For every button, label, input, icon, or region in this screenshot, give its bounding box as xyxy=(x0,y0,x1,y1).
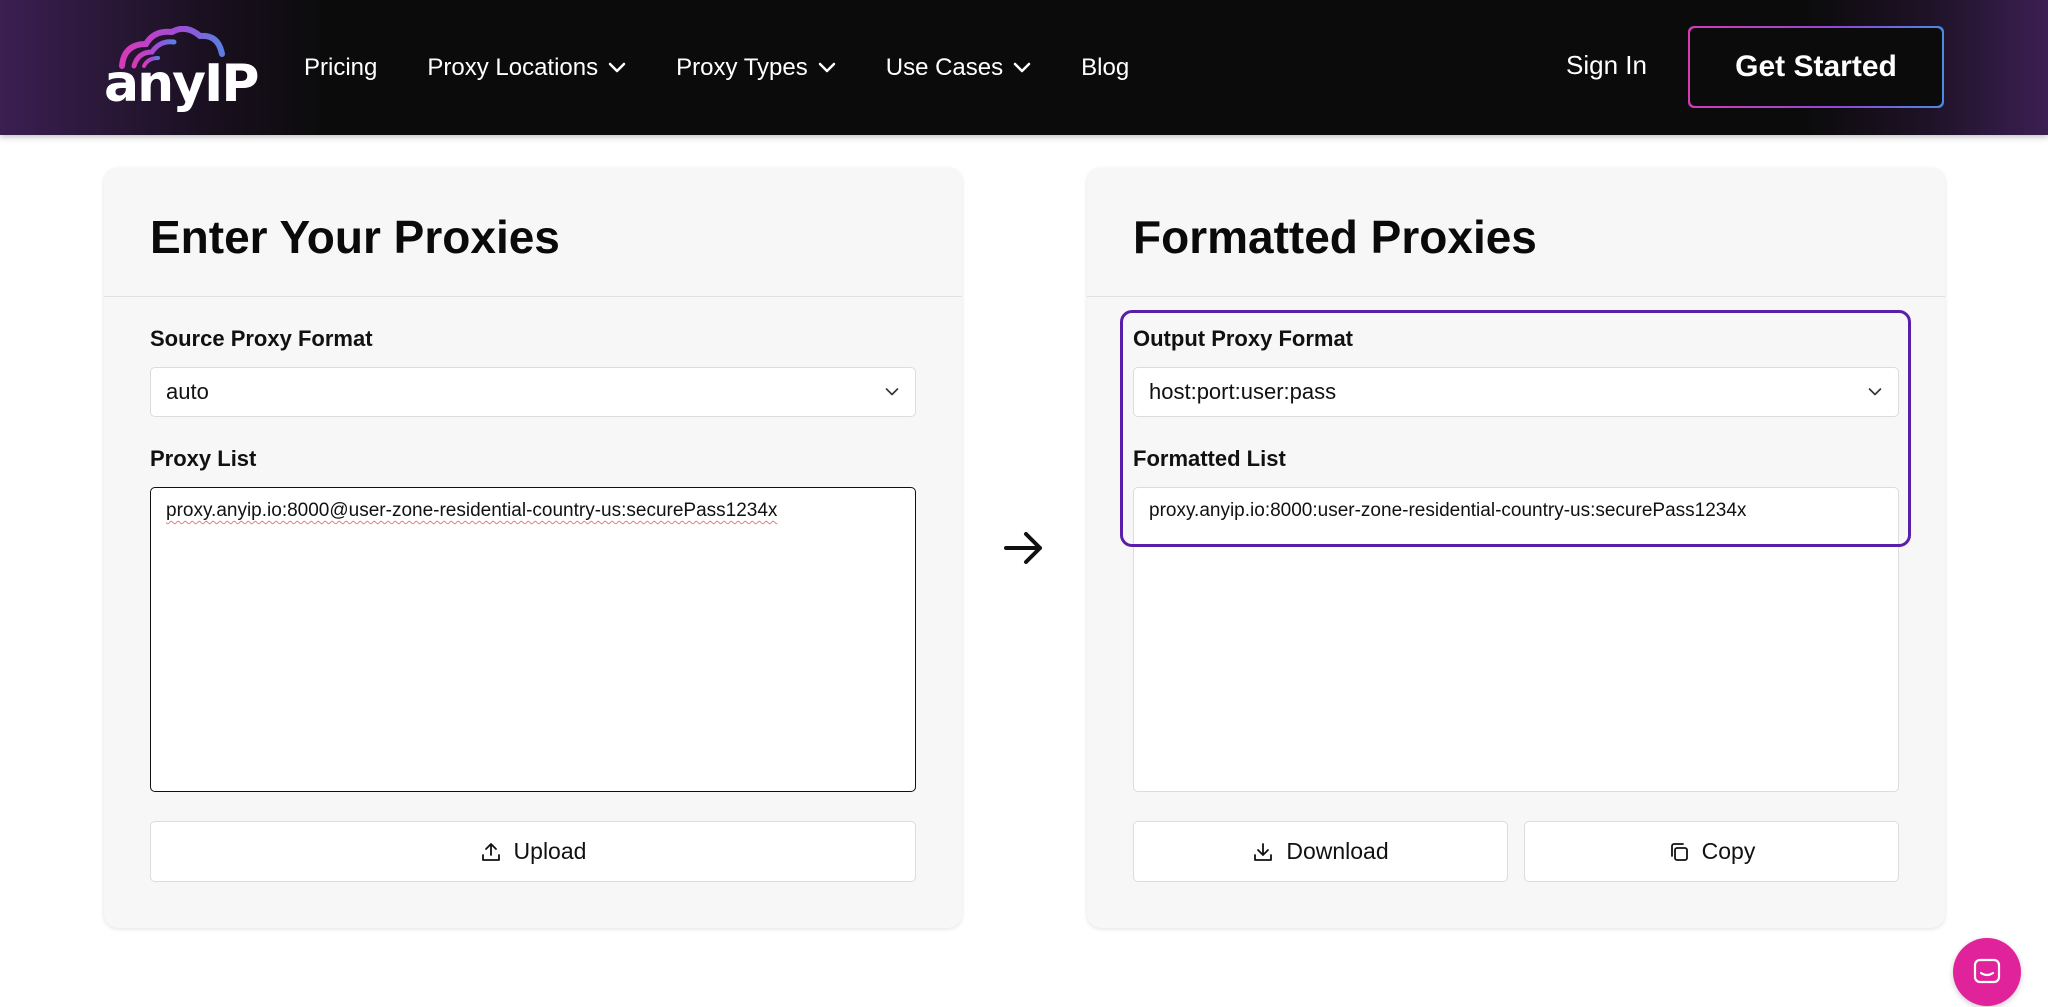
chat-launcher-button[interactable] xyxy=(1953,938,2021,1006)
download-label: Download xyxy=(1286,838,1389,864)
source-format-value: auto xyxy=(166,379,209,404)
proxy-list-text: proxy.anyip.io:8000@user-zone-residentia… xyxy=(166,500,778,521)
output-format-label: Output Proxy Format xyxy=(1133,326,1354,351)
logo-text: anyIP xyxy=(104,54,259,114)
get-started-label: Get Started xyxy=(1690,28,1942,106)
formatted-list-label: Formatted List xyxy=(1133,446,1286,471)
chevron-down-icon xyxy=(885,388,899,396)
chevron-down-icon xyxy=(818,62,835,72)
proxy-list-textarea[interactable]: proxy.anyip.io:8000@user-zone-residentia… xyxy=(150,487,916,792)
output-card-title: Formatted Proxies xyxy=(1133,211,1537,263)
output-format-select[interactable]: host:port:user:pass xyxy=(1133,367,1899,417)
nav-proxy-types-label: Proxy Types xyxy=(676,53,808,81)
nav-blog[interactable]: Blog xyxy=(1081,54,1129,82)
proxy-list-label: Proxy List xyxy=(150,446,257,471)
nav-use-cases-label: Use Cases xyxy=(885,53,1004,81)
source-format-select[interactable]: auto xyxy=(150,367,916,417)
card-divider xyxy=(104,296,962,297)
upload-label: Upload xyxy=(513,838,587,864)
chat-icon xyxy=(1973,958,2001,984)
nav-use-cases[interactable]: Use Cases xyxy=(886,54,1031,82)
output-card: Formatted Proxies Output Proxy Format ho… xyxy=(1087,168,1945,928)
nav-pricing[interactable]: Pricing xyxy=(304,54,377,82)
chevron-down-icon xyxy=(608,62,626,72)
source-format-label: Source Proxy Format xyxy=(150,326,373,351)
sign-in-link[interactable]: Sign In xyxy=(1566,50,1647,81)
upload-button[interactable]: Upload xyxy=(150,821,916,882)
chevron-down-icon xyxy=(1013,62,1031,72)
arrow-right-icon xyxy=(1004,532,1042,564)
nav-pricing-label: Pricing xyxy=(304,53,378,81)
download-button[interactable]: Download xyxy=(1133,821,1508,882)
output-format-value: host:port:user:pass xyxy=(1149,379,1337,404)
card-divider xyxy=(1087,296,1945,297)
copy-icon xyxy=(1670,842,1688,861)
nav-proxy-locations-label: Proxy Locations xyxy=(427,53,599,81)
input-card-title: Enter Your Proxies xyxy=(150,211,560,263)
input-card: Enter Your Proxies Source Proxy Format a… xyxy=(104,168,962,928)
site-header: anyIP Pricing Proxy Locations Proxy Type… xyxy=(0,0,2048,135)
anyip-logo[interactable]: anyIP xyxy=(104,26,259,114)
main-nav: Pricing Proxy Locations Proxy Types Use … xyxy=(304,0,1129,135)
chevron-down-icon xyxy=(1868,388,1882,396)
copy-label: Copy xyxy=(1701,838,1756,864)
download-icon xyxy=(1254,842,1273,861)
nav-proxy-locations[interactable]: Proxy Locations xyxy=(427,54,626,82)
formatted-list-textarea[interactable]: proxy.anyip.io:8000:user-zone-residentia… xyxy=(1133,487,1899,792)
formatted-list-text: proxy.anyip.io:8000:user-zone-residentia… xyxy=(1149,500,1747,521)
nav-blog-label: Blog xyxy=(1081,53,1130,81)
upload-icon xyxy=(481,842,500,861)
get-started-button[interactable]: Get Started xyxy=(1688,26,1944,108)
nav-proxy-types[interactable]: Proxy Types xyxy=(676,54,836,82)
copy-button[interactable]: Copy xyxy=(1524,821,1899,882)
